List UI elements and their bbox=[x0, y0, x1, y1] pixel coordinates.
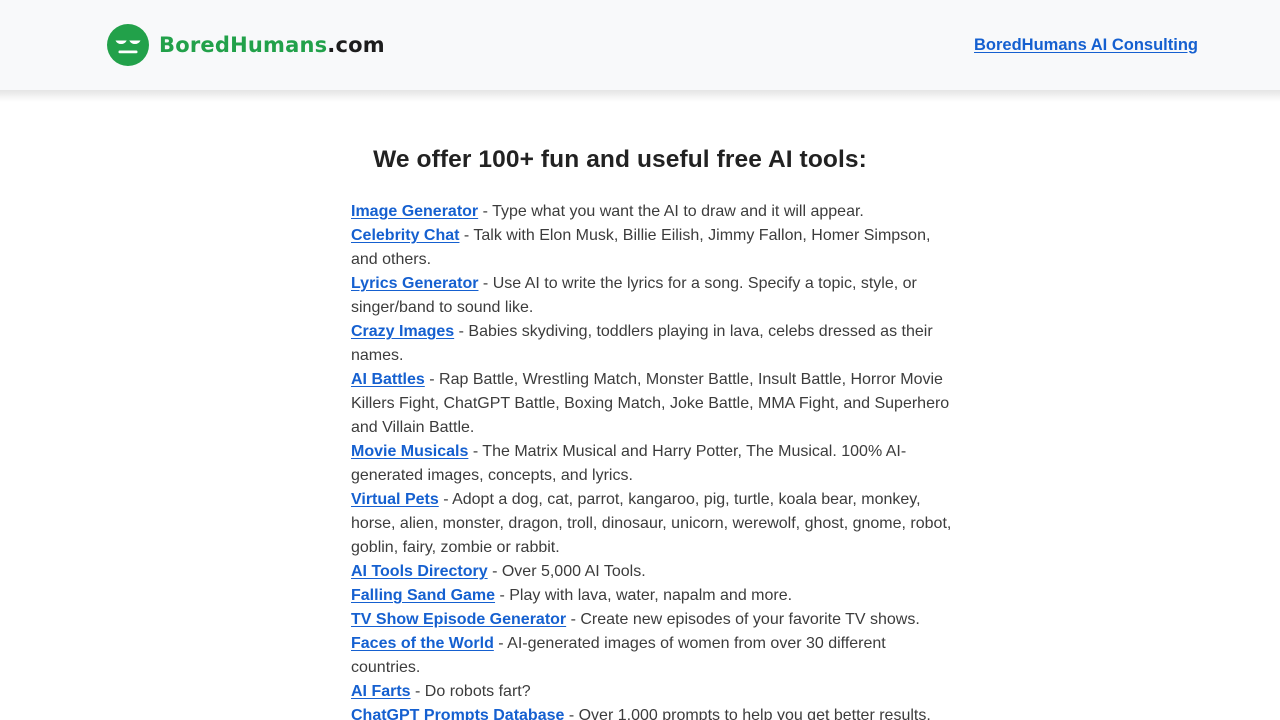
tool-desc: - Rap Battle, Wrestling Match, Monster B… bbox=[351, 371, 950, 436]
tool-desc: - Over 1,000 prompts to help you get bet… bbox=[564, 707, 931, 720]
tool-link-lyrics-generator[interactable]: Lyrics Generator bbox=[351, 275, 478, 292]
ai-consulting-link[interactable]: BoredHumans AI Consulting bbox=[974, 36, 1198, 55]
list-item: Falling Sand Game - Play with lava, wate… bbox=[351, 584, 952, 608]
tool-desc: - Create new episodes of your favorite T… bbox=[566, 611, 920, 628]
tool-link-ai-battles[interactable]: AI Battles bbox=[351, 371, 425, 388]
tool-desc: - Play with lava, water, napalm and more… bbox=[495, 587, 793, 604]
tool-desc: - Do robots fart? bbox=[410, 683, 531, 700]
list-item: Crazy Images - Babies skydiving, toddler… bbox=[351, 320, 952, 368]
list-item: AI Farts - Do robots fart? bbox=[351, 680, 952, 704]
list-item: AI Tools Directory - Over 5,000 AI Tools… bbox=[351, 560, 952, 584]
brand-tld-text: .com bbox=[327, 32, 385, 57]
page-title: We offer 100+ fun and useful free AI too… bbox=[373, 146, 867, 173]
main-content: We offer 100+ fun and useful free AI too… bbox=[0, 90, 1280, 720]
tool-list: Image Generator - Type what you want the… bbox=[351, 200, 952, 720]
brand-logo-link[interactable]: BoredHumans.com bbox=[106, 23, 385, 67]
brand-name-text: BoredHumans bbox=[159, 32, 328, 57]
tool-desc: - Adopt a dog, cat, parrot, kangaroo, pi… bbox=[351, 491, 952, 556]
site-header: BoredHumans.com BoredHumans AI Consultin… bbox=[0, 0, 1280, 102]
list-item: TV Show Episode Generator - Create new e… bbox=[351, 608, 952, 632]
tool-link-crazy-images[interactable]: Crazy Images bbox=[351, 323, 454, 340]
list-item: Celebrity Chat - Talk with Elon Musk, Bi… bbox=[351, 224, 952, 272]
tool-link-tv-show-episode-generator[interactable]: TV Show Episode Generator bbox=[351, 611, 566, 628]
brand-wordmark: BoredHumans.com bbox=[159, 32, 385, 57]
list-item: Virtual Pets - Adopt a dog, cat, parrot,… bbox=[351, 488, 952, 560]
list-item: Movie Musicals - The Matrix Musical and … bbox=[351, 440, 952, 488]
list-item: Faces of the World - AI-generated images… bbox=[351, 632, 952, 680]
list-item: AI Battles - Rap Battle, Wrestling Match… bbox=[351, 368, 952, 440]
list-item: Lyrics Generator - Use AI to write the l… bbox=[351, 272, 952, 320]
tool-link-falling-sand-game[interactable]: Falling Sand Game bbox=[351, 587, 495, 604]
content-column: We offer 100+ fun and useful free AI too… bbox=[351, 146, 951, 720]
tool-desc: - Over 5,000 AI Tools. bbox=[487, 563, 646, 580]
list-item: ChatGPT Prompts Database - Over 1,000 pr… bbox=[351, 704, 952, 720]
tool-link-movie-musicals[interactable]: Movie Musicals bbox=[351, 443, 468, 460]
list-item: Image Generator - Type what you want the… bbox=[351, 200, 952, 224]
tool-link-ai-farts[interactable]: AI Farts bbox=[351, 683, 411, 700]
tool-link-image-generator[interactable]: Image Generator bbox=[351, 203, 478, 220]
tool-link-celebrity-chat[interactable]: Celebrity Chat bbox=[351, 227, 459, 244]
bored-face-logo-icon bbox=[107, 24, 149, 66]
tool-desc: - Type what you want the AI to draw and … bbox=[478, 203, 864, 220]
tool-link-faces-of-the-world[interactable]: Faces of the World bbox=[351, 635, 494, 652]
tool-link-virtual-pets[interactable]: Virtual Pets bbox=[351, 491, 439, 508]
tool-link-ai-tools-directory[interactable]: AI Tools Directory bbox=[351, 563, 488, 580]
tool-link-chatgpt-prompts-database[interactable]: ChatGPT Prompts Database bbox=[351, 707, 564, 720]
